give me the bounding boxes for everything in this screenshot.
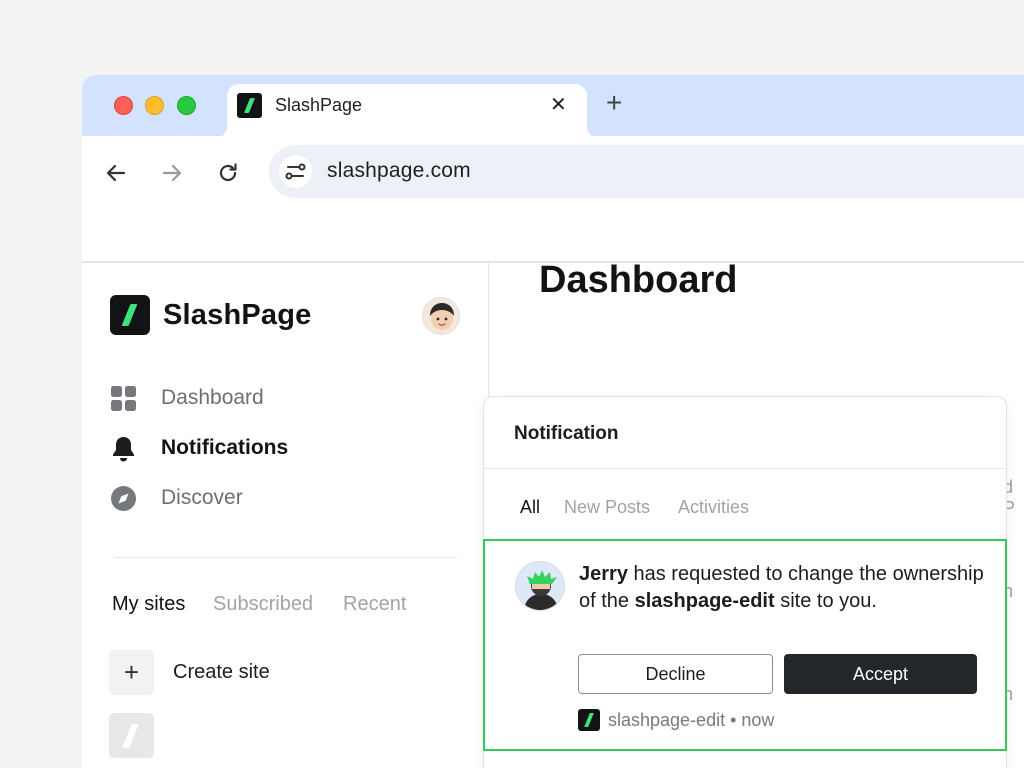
notification-message: Jerry has requested to change the owners… <box>579 563 984 612</box>
site-name: slashpage-edit <box>634 590 775 612</box>
browser-toolbar: slashpage.com <box>82 136 1024 201</box>
page-title: Dashboard <box>539 259 738 301</box>
notification-panel: Notification All New Posts Activities Je… <box>483 396 1007 768</box>
tab-title: SlashPage <box>275 95 363 115</box>
notification-panel-title: Notification <box>514 423 619 444</box>
user-avatar[interactable] <box>422 297 460 335</box>
accept-button[interactable]: Accept <box>784 654 977 694</box>
sidebar-item-label: Discover <box>161 486 243 509</box>
tab-recent[interactable]: Recent <box>343 593 406 616</box>
brand-name[interactable]: SlashPage <box>163 299 312 332</box>
tab-subscribed[interactable]: Subscribed <box>213 593 313 616</box>
sidebar-item-label: Notifications <box>161 436 289 459</box>
notification-meta: slashpage-edit • now <box>608 710 775 730</box>
sidebar: SlashPage Dashboard Notifications Discov… <box>82 263 489 768</box>
slashpage-favicon-icon <box>237 93 262 118</box>
tab-strip: SlashPage ✕ + <box>82 75 1024 138</box>
forward-arrow-icon[interactable] <box>160 161 184 185</box>
requester-name: Jerry <box>579 563 628 585</box>
browser-tab-slashpage[interactable]: SlashPage ✕ <box>215 84 599 138</box>
reload-icon[interactable] <box>216 161 240 185</box>
requester-avatar <box>515 561 565 611</box>
maximize-window-button[interactable] <box>177 96 196 115</box>
tab-all[interactable]: All <box>520 497 540 518</box>
minimize-window-button[interactable] <box>145 96 164 115</box>
tab-new-posts[interactable]: New Posts <box>564 497 650 518</box>
back-arrow-icon[interactable] <box>104 161 128 185</box>
grid-icon <box>111 386 136 411</box>
tab-close-icon[interactable]: ✕ <box>550 93 567 117</box>
site-settings-icon[interactable] <box>279 155 312 188</box>
address-bar[interactable]: slashpage.com <box>269 145 1024 198</box>
compass-icon <box>111 486 136 511</box>
new-tab-button[interactable]: + <box>606 89 622 117</box>
site-thumbnail[interactable] <box>109 713 154 758</box>
bell-icon <box>113 437 134 462</box>
tab-my-sites[interactable]: My sites <box>112 593 185 616</box>
close-window-button[interactable] <box>114 96 133 115</box>
panel-divider <box>484 468 1006 469</box>
slashpage-site-icon <box>578 709 600 731</box>
create-site-label[interactable]: Create site <box>173 661 270 684</box>
notification-item[interactable]: Jerry has requested to change the owners… <box>483 539 1007 751</box>
url-text[interactable]: slashpage.com <box>327 159 471 183</box>
decline-button[interactable]: Decline <box>578 654 773 694</box>
sidebar-item-label: Dashboard <box>161 386 264 409</box>
create-site-button[interactable]: + <box>109 650 154 695</box>
slashpage-logo-icon[interactable] <box>110 295 150 335</box>
tab-activities[interactable]: Activities <box>678 497 749 518</box>
sidebar-divider <box>115 557 457 558</box>
